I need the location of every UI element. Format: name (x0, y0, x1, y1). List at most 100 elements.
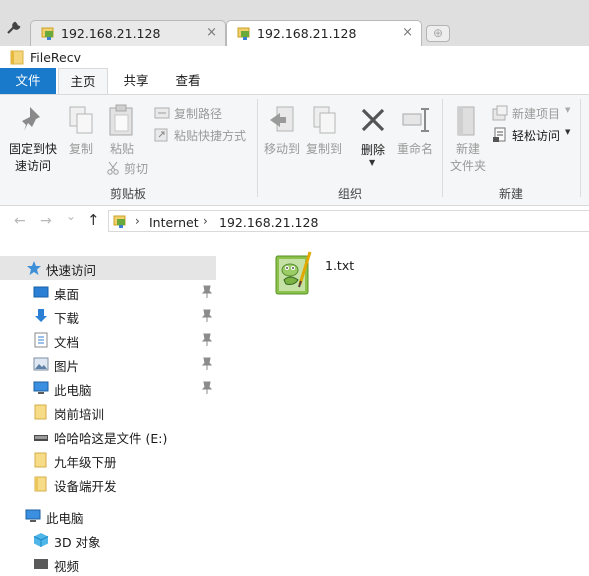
chevron-down-icon: ▼ (565, 106, 571, 114)
breadcrumb-internet[interactable]: Internet (149, 215, 199, 230)
nav-label: 此电脑 (46, 511, 84, 526)
computer-icon (33, 380, 49, 396)
move-to-button[interactable]: 移动到 (262, 101, 302, 161)
3d-objects-icon (33, 532, 49, 548)
easy-access-label: 轻松访问 (512, 129, 561, 143)
network-folder-icon (237, 25, 253, 41)
network-folder-icon (113, 213, 129, 232)
back-button[interactable]: ← (14, 213, 26, 229)
ribbon-tab-home[interactable]: 主页 (58, 68, 108, 94)
address-row: ← → ⌄ ↑ › Internet › 192.168.21.128 (0, 206, 589, 236)
pin-label-line2: 速访问 (14, 159, 51, 173)
ribbon-tab-share[interactable]: 共享 (114, 68, 158, 94)
copy-icon (68, 105, 94, 138)
tab-close-button[interactable]: × (402, 25, 413, 40)
pin-icon[interactable] (201, 309, 213, 323)
copy-label: 复制 (68, 142, 93, 156)
new-item-icon (492, 105, 508, 124)
copy-to-button[interactable]: 复制到 (304, 101, 344, 161)
nav-item-pictures[interactable]: 图片 (0, 352, 216, 376)
nav-label: 3D 对象 (54, 535, 101, 550)
desktop-icon (33, 284, 49, 300)
pin-to-quick-access-button[interactable]: 固定到快 速访问 (8, 101, 58, 175)
nav-item-folder[interactable]: 设备端开发 (0, 472, 216, 496)
nav-item-documents[interactable]: 文档 (0, 328, 216, 352)
nav-item-folder[interactable]: 九年级下册 (0, 448, 216, 472)
browser-tab[interactable]: 192.168.21.128 × (30, 20, 226, 46)
pin-icon[interactable] (201, 381, 213, 395)
rename-icon (401, 107, 431, 136)
copy-button[interactable]: 复制 (64, 101, 98, 161)
browser-tab-strip: 192.168.21.128 × 192.168.21.128 × ⊕ (0, 0, 589, 47)
move-to-icon (268, 105, 296, 138)
address-bar[interactable]: › Internet › 192.168.21.128 (108, 210, 589, 232)
recent-locations-button[interactable]: ⌄ (66, 209, 76, 223)
nav-item-desktop[interactable]: 桌面 (0, 280, 216, 304)
pin-icon[interactable] (201, 333, 213, 347)
cut-button[interactable]: 剪切 (106, 159, 166, 177)
ribbon-tab-view[interactable]: 查看 (166, 68, 210, 94)
browser-tab-active[interactable]: 192.168.21.128 × (226, 20, 422, 47)
nav-quick-access[interactable]: 快速访问 (0, 256, 216, 280)
delete-button[interactable]: 删除 ▼ (356, 101, 390, 171)
tab-close-button[interactable]: × (206, 25, 217, 40)
chevron-right-icon[interactable]: › (203, 214, 208, 228)
new-group-label: 新建 (498, 187, 523, 201)
paste-button[interactable]: 粘贴 (104, 101, 140, 161)
star-icon (26, 260, 42, 276)
chevron-right-icon[interactable]: › (135, 214, 140, 228)
easy-access-button[interactable]: 轻松访问 ▼ (492, 126, 578, 144)
move-to-label: 移动到 (263, 142, 300, 156)
new-folder-icon (456, 103, 478, 140)
file-item[interactable]: 1.txt (270, 250, 380, 300)
new-tab-button[interactable]: ⊕ (426, 25, 450, 42)
nav-label: 岗前培训 (54, 407, 105, 422)
easy-access-icon (492, 127, 508, 146)
scissors-icon (106, 161, 120, 178)
window-title: FileRecv (30, 50, 82, 65)
nav-label: 图片 (54, 359, 80, 374)
download-icon (33, 308, 49, 324)
up-button[interactable]: ↑ (87, 211, 100, 229)
chevron-down-icon[interactable]: ▼ (369, 158, 375, 167)
group-separator (442, 99, 443, 197)
new-item-label: 新建项目 (512, 107, 561, 121)
copy-path-label: 复制路径 (174, 107, 223, 121)
delete-label: 删除 (360, 143, 385, 157)
nav-item-folder[interactable]: 岗前培训 (0, 400, 216, 424)
copy-path-button[interactable]: 复制路径 (154, 104, 252, 122)
new-folder-button[interactable]: 新建 文件夹 (446, 101, 490, 177)
paste-shortcut-label: 粘贴快捷方式 (174, 129, 247, 143)
nav-item-drive-e[interactable]: 哈哈哈这是文件 (E:) (0, 424, 216, 448)
nav-label: 桌面 (54, 287, 80, 302)
wrench-icon[interactable] (6, 20, 22, 36)
nav-item-3d-objects[interactable]: 3D 对象 (0, 528, 216, 552)
nav-label: 九年级下册 (54, 455, 117, 470)
pin-icon[interactable] (201, 285, 213, 299)
rename-button[interactable]: 重命名 (394, 101, 436, 161)
folder-icon (33, 404, 49, 420)
drive-icon (33, 428, 49, 444)
navigation-pane: 快速访问 桌面 下载 文档 图片 此电脑 岗前培训 哈哈哈这是文件 (E:) 九… (0, 250, 216, 574)
breadcrumb-host[interactable]: 192.168.21.128 (219, 215, 318, 230)
nav-item-this-pc-pinned[interactable]: 此电脑 (0, 376, 216, 400)
nav-label: 视频 (54, 559, 80, 574)
delete-x-icon (360, 107, 386, 136)
paste-shortcut-button[interactable]: 粘贴快捷方式 (154, 126, 252, 144)
copy-to-label: 复制到 (305, 142, 342, 156)
new-item-button[interactable]: 新建项目 ▼ (492, 104, 578, 122)
tab-title: 192.168.21.128 (257, 26, 357, 41)
copy-to-icon (310, 105, 338, 138)
nav-this-pc[interactable]: 此电脑 (0, 504, 216, 528)
paste-label: 粘贴 (109, 142, 134, 156)
tab-title: 192.168.21.128 (61, 26, 161, 41)
nav-item-videos[interactable]: 视频 (0, 552, 216, 576)
chevron-down-icon: ▼ (565, 128, 571, 136)
pin-icon[interactable] (201, 357, 213, 371)
forward-button[interactable]: → (40, 213, 52, 229)
group-separator (580, 99, 581, 197)
ribbon-tab-file[interactable]: 文件 (0, 68, 56, 94)
nav-item-downloads[interactable]: 下载 (0, 304, 216, 328)
folder-icon (33, 452, 49, 468)
network-folder-icon (41, 25, 57, 41)
